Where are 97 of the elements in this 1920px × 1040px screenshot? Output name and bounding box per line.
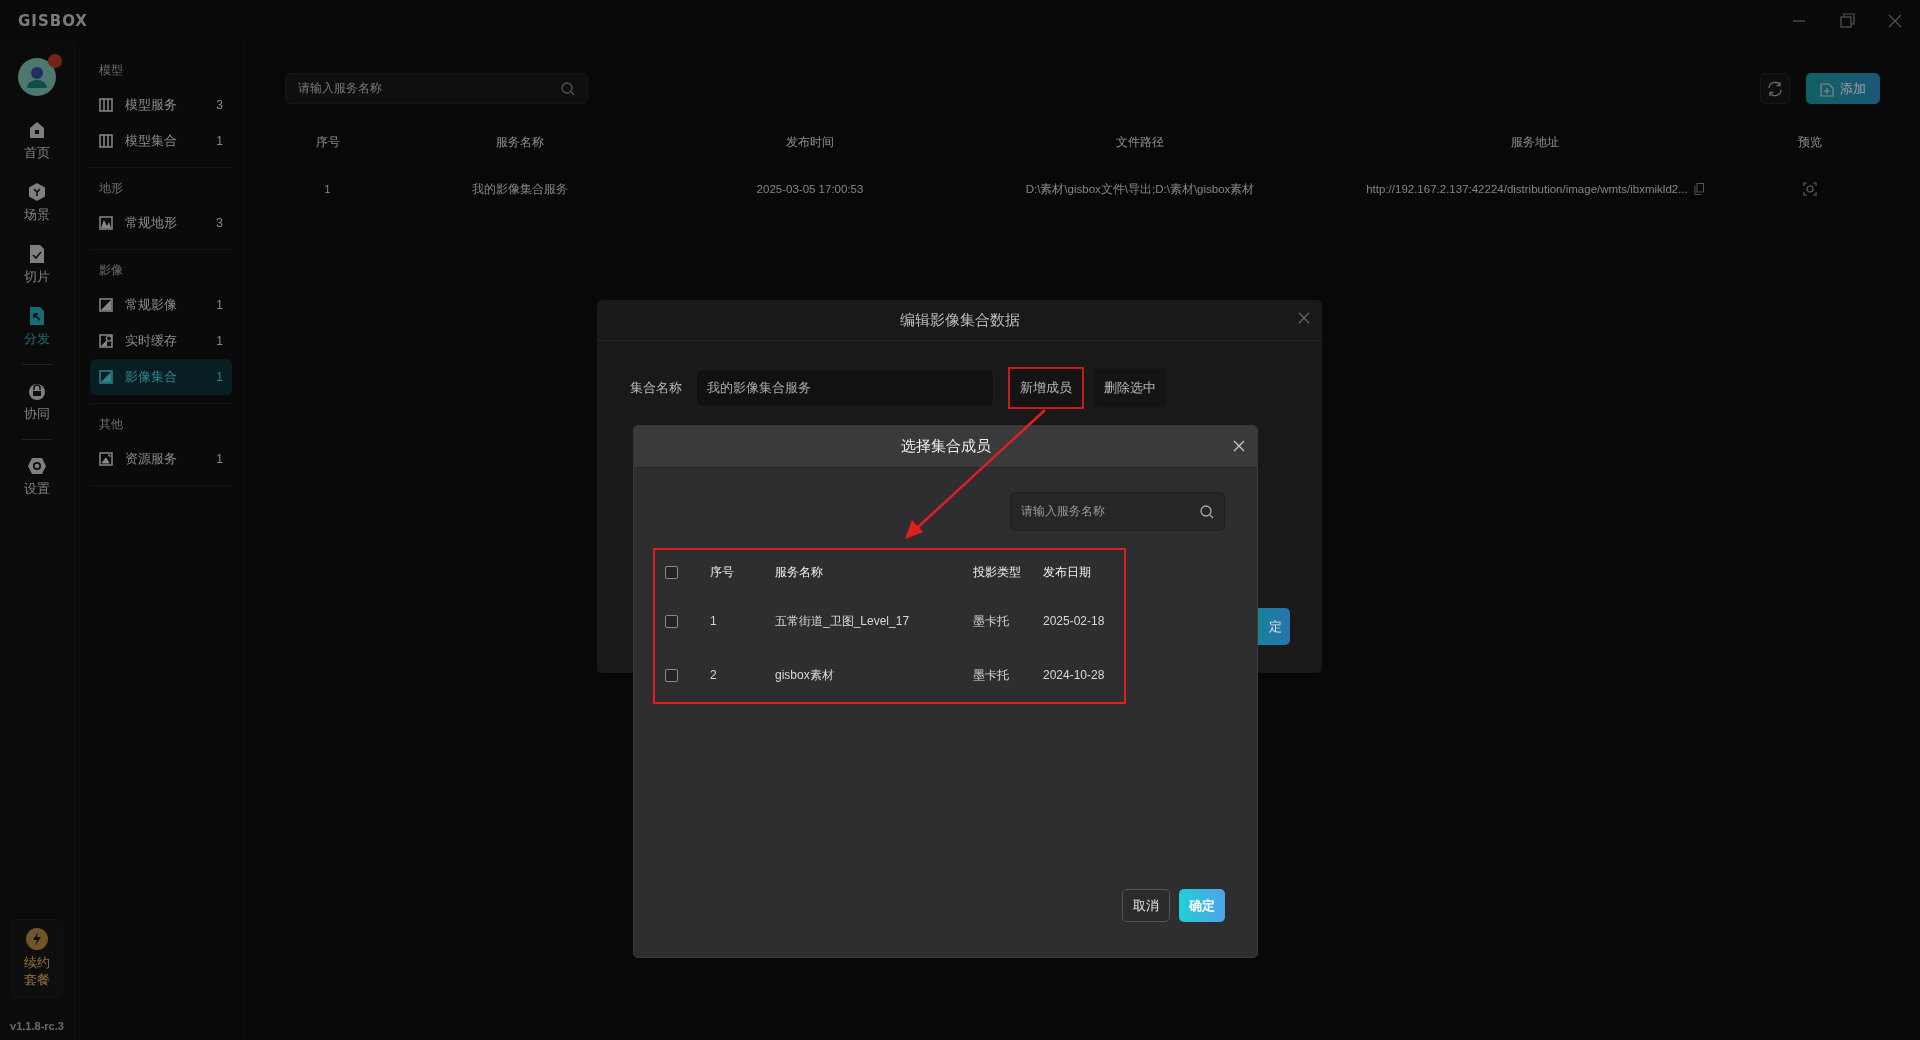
item-count: 1 xyxy=(216,334,223,348)
image-icon xyxy=(99,370,113,384)
file-plus-icon xyxy=(1820,80,1834,97)
sidebar-item[interactable]: 模型服务 3 xyxy=(90,87,232,123)
table-cell: 2024-10-28 xyxy=(1043,668,1105,682)
image-clock-icon xyxy=(99,334,113,348)
item-count: 1 xyxy=(216,134,223,148)
item-label: 常规影像 xyxy=(125,296,178,314)
field-label: 集合名称 xyxy=(630,379,682,397)
column-header: 投影类型 xyxy=(973,563,1021,581)
sidebar-item[interactable]: 常规地形 3 xyxy=(90,205,232,241)
resource-icon xyxy=(99,452,113,466)
settings-icon xyxy=(27,456,47,476)
item-count: 1 xyxy=(216,370,223,384)
table-cell: gisbox素材 xyxy=(775,666,834,684)
table-cell: 2025-03-05 17:00:53 xyxy=(756,183,864,195)
table-cell: 2025-02-18 xyxy=(1043,614,1105,628)
column-header: 文件路径 xyxy=(1116,133,1164,151)
cancel-button[interactable]: 取消 xyxy=(1122,889,1170,922)
refresh-button[interactable] xyxy=(1760,73,1790,104)
table-cell: D:\素材\gisbox文件\导出;D:\素材\gisbox素材 xyxy=(1025,181,1255,197)
mountain-icon xyxy=(99,216,113,230)
refresh-icon xyxy=(1767,80,1783,97)
section-heading: 影像 xyxy=(98,262,123,279)
item-count: 3 xyxy=(216,216,223,230)
document-icon xyxy=(27,244,47,264)
table-cell: 我的影像集合服务 xyxy=(472,181,568,197)
table-cell: http://192.167.2.137:42224/distribution/image/wmts/ibxmikld2... xyxy=(1366,183,1688,195)
item-count: 3 xyxy=(216,98,223,112)
table-cell: 1 xyxy=(710,614,717,628)
item-label: 模型集合 xyxy=(125,132,178,150)
close-icon[interactable] xyxy=(1233,440,1245,452)
collection-name-field[interactable]: 我的影像集合服务 xyxy=(696,369,994,407)
nav-item[interactable]: 首页 xyxy=(24,110,50,172)
item-label: 资源服务 xyxy=(125,450,178,468)
home-icon xyxy=(27,120,47,140)
add-member-button[interactable]: 新增成员 xyxy=(1010,369,1082,407)
search-field[interactable]: 请输入服务名称 xyxy=(1010,492,1225,531)
search-icon xyxy=(561,81,575,96)
item-label: 模型服务 xyxy=(125,96,178,114)
search-icon xyxy=(1200,504,1214,519)
column-header: 发布日期 xyxy=(1043,563,1091,581)
nav-item[interactable]: 切片 xyxy=(24,234,50,296)
add-button[interactable]: 添加 xyxy=(1806,73,1880,104)
checkbox[interactable] xyxy=(665,565,678,579)
item-count: 1 xyxy=(216,298,223,312)
table-cell: 墨卡托 xyxy=(973,666,1009,684)
sidebar-item[interactable]: 模型集合 1 xyxy=(90,123,232,159)
version-label: v1.1.8-rc.3 xyxy=(10,1020,64,1032)
table-cell: 墨卡托 xyxy=(973,612,1009,630)
column-header: 服务地址 xyxy=(1511,133,1559,151)
search-placeholder: 请输入服务名称 xyxy=(298,80,382,97)
dialog-title: 选择集合成员 xyxy=(900,437,991,456)
sidebar-item[interactable]: 影像集合 1 xyxy=(90,359,232,395)
sidebar-item[interactable]: 常规影像 1 xyxy=(90,287,232,323)
building-icon xyxy=(99,98,113,112)
search-placeholder: 请输入服务名称 xyxy=(1021,503,1105,520)
checkbox[interactable] xyxy=(665,614,678,628)
item-count: 1 xyxy=(216,452,223,466)
building-icon xyxy=(99,134,113,148)
item-label: 常规地形 xyxy=(125,214,178,232)
sidebar-item[interactable]: 资源服务 1 xyxy=(90,441,232,477)
column-header: 服务名称 xyxy=(775,563,823,581)
lightning-icon xyxy=(26,927,48,950)
close-icon[interactable] xyxy=(1298,312,1310,324)
cube-icon xyxy=(27,182,47,202)
table-cell: 1 xyxy=(324,183,331,195)
column-header: 服务名称 xyxy=(496,133,544,151)
nav-item[interactable]: 分发 xyxy=(24,296,50,358)
app-logo: GISBOX xyxy=(18,12,88,30)
item-label: 实时缓存 xyxy=(125,332,178,350)
preview-icon[interactable] xyxy=(1803,182,1817,196)
checkbox[interactable] xyxy=(665,668,678,682)
nav-item[interactable]: 场景 xyxy=(24,172,50,234)
dialog-title: 编辑影像集合数据 xyxy=(899,310,1020,330)
nav-item[interactable]: 设置 xyxy=(24,446,50,508)
image-icon xyxy=(99,298,113,312)
avatar[interactable] xyxy=(18,58,56,96)
column-header: 预览 xyxy=(1798,133,1822,151)
item-label: 影像集合 xyxy=(125,368,178,386)
notification-badge xyxy=(48,54,62,68)
share-icon xyxy=(27,306,47,326)
column-header: 发布时间 xyxy=(786,133,834,151)
section-heading: 其他 xyxy=(98,416,123,433)
delete-selected-button[interactable]: 删除选中 xyxy=(1094,369,1166,407)
section-heading: 地形 xyxy=(98,180,123,197)
renew-plan-button[interactable]: 续约套餐 xyxy=(11,918,63,998)
column-header: 序号 xyxy=(315,133,340,151)
search-field[interactable]: 请输入服务名称 xyxy=(285,73,588,104)
table-cell: 2 xyxy=(710,668,717,682)
sidebar-item[interactable]: 实时缓存 1 xyxy=(90,323,232,359)
copy-icon[interactable] xyxy=(1693,183,1704,195)
nav-item[interactable]: 协同 xyxy=(24,371,50,433)
lock-icon xyxy=(27,381,47,401)
section-heading: 模型 xyxy=(98,62,123,79)
column-header: 序号 xyxy=(710,563,734,581)
table-cell: 五常街道_卫图_Level_17 xyxy=(775,612,910,630)
